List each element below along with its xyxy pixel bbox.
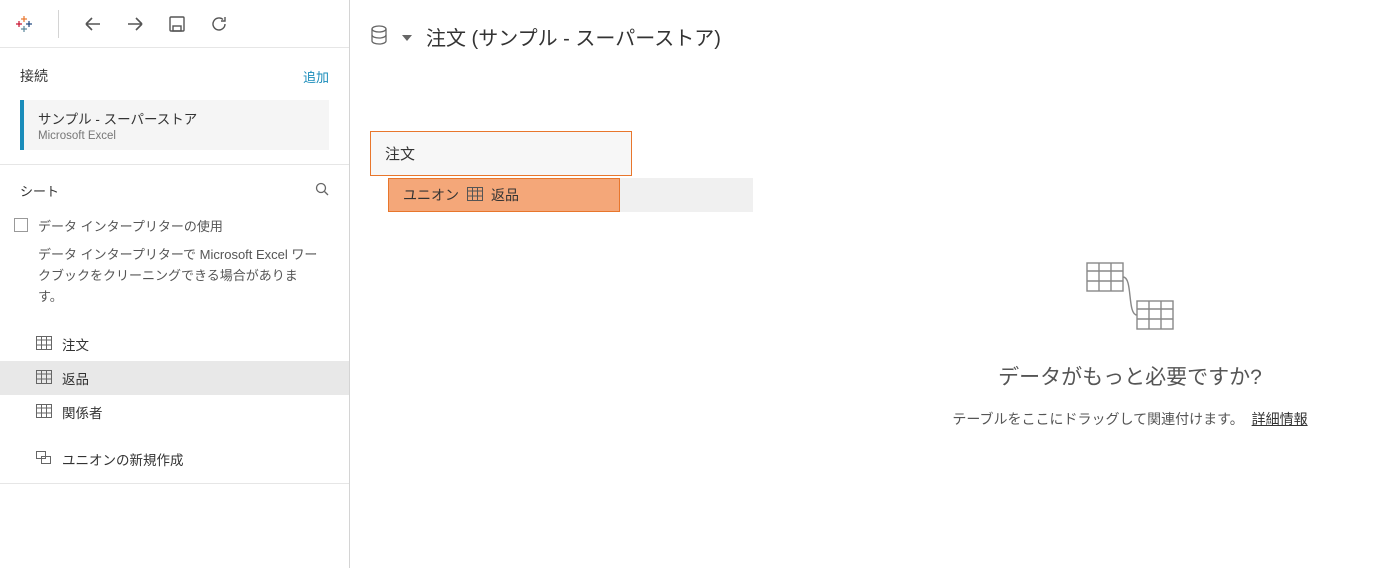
connection-name: サンプル - スーパーストア [38, 108, 315, 128]
chevron-down-icon[interactable] [402, 29, 412, 44]
sheet-label: 返品 [62, 368, 89, 388]
table-icon [36, 336, 52, 353]
refresh-button[interactable] [207, 12, 231, 36]
union-drop-zone[interactable]: ユニオン 返品 [388, 178, 753, 212]
add-connection-link[interactable]: 追加 [303, 67, 329, 86]
table-icon [36, 404, 52, 421]
data-interpreter-checkbox[interactable] [14, 218, 28, 232]
dragging-table-label: 返品 [491, 185, 519, 205]
sheet-item-orders[interactable]: 注文 [0, 327, 349, 361]
main-canvas: 注文 (サンプル - スーパーストア) 注文 ユニオン [350, 0, 1400, 568]
data-interpreter-description: データ インタープリターで Microsoft Excel ワークブックをクリー… [38, 245, 319, 307]
datasource-title: 注文 (サンプル - スーパーストア) [426, 22, 721, 51]
database-icon [370, 25, 388, 48]
toolbar [0, 0, 349, 48]
sheet-label: 注文 [62, 334, 89, 354]
new-union-label: ユニオンの新規作成 [62, 449, 184, 469]
sheets-header: シート [0, 171, 349, 212]
data-interpreter-label: データ インタープリターの使用 [38, 216, 223, 235]
union-label: ユニオン [403, 185, 459, 205]
union-icon [36, 451, 52, 468]
back-button[interactable] [81, 12, 105, 36]
search-icon[interactable] [315, 182, 329, 199]
connection-item[interactable]: サンプル - スーパーストア Microsoft Excel [20, 100, 329, 150]
forward-button[interactable] [123, 12, 147, 36]
sheet-item-returns[interactable]: 返品 [0, 361, 349, 395]
connections-label: 接続 [20, 66, 48, 86]
tables-relationship-icon [1085, 261, 1175, 331]
sheet-list: 注文 返品 [0, 323, 349, 433]
new-union-button[interactable]: ユニオンの新規作成 [0, 433, 349, 483]
table-icon [467, 187, 483, 204]
relationship-canvas[interactable]: 注文 ユニオン 返品 [350, 61, 1400, 569]
placeholder-heading: データがもっと必要ですか? [998, 361, 1262, 391]
table-node-orders[interactable]: 注文 [370, 131, 632, 176]
sheet-item-people[interactable]: 関係者 [0, 395, 349, 429]
divider [0, 164, 349, 165]
connection-type: Microsoft Excel [38, 130, 315, 142]
table-icon [36, 370, 52, 387]
table-node-label: 注文 [385, 143, 415, 164]
sidebar: 接続 追加 サンプル - スーパーストア Microsoft Excel シート… [0, 0, 350, 568]
datasource-header: 注文 (サンプル - スーパーストア) [350, 0, 1400, 61]
placeholder-subtext: テーブルをここにドラッグして関連付けます。 詳細情報 [952, 409, 1307, 429]
connections-header: 接続 追加 [0, 48, 349, 96]
drop-zone-extension [620, 178, 753, 212]
toolbar-divider [58, 10, 59, 38]
union-drop-target: ユニオン 返品 [388, 178, 620, 212]
save-button[interactable] [165, 12, 189, 36]
learn-more-link[interactable]: 詳細情報 [1252, 411, 1308, 427]
tableau-logo-icon [12, 12, 36, 36]
data-interpreter-block: データ インタープリターの使用 データ インタープリターで Microsoft … [0, 212, 349, 323]
sheet-label: 関係者 [62, 402, 103, 422]
canvas-placeholder: データがもっと必要ですか? テーブルをここにドラッグして関連付けます。 詳細情報 [890, 261, 1370, 429]
sheets-label: シート [20, 181, 59, 200]
divider [0, 483, 349, 484]
